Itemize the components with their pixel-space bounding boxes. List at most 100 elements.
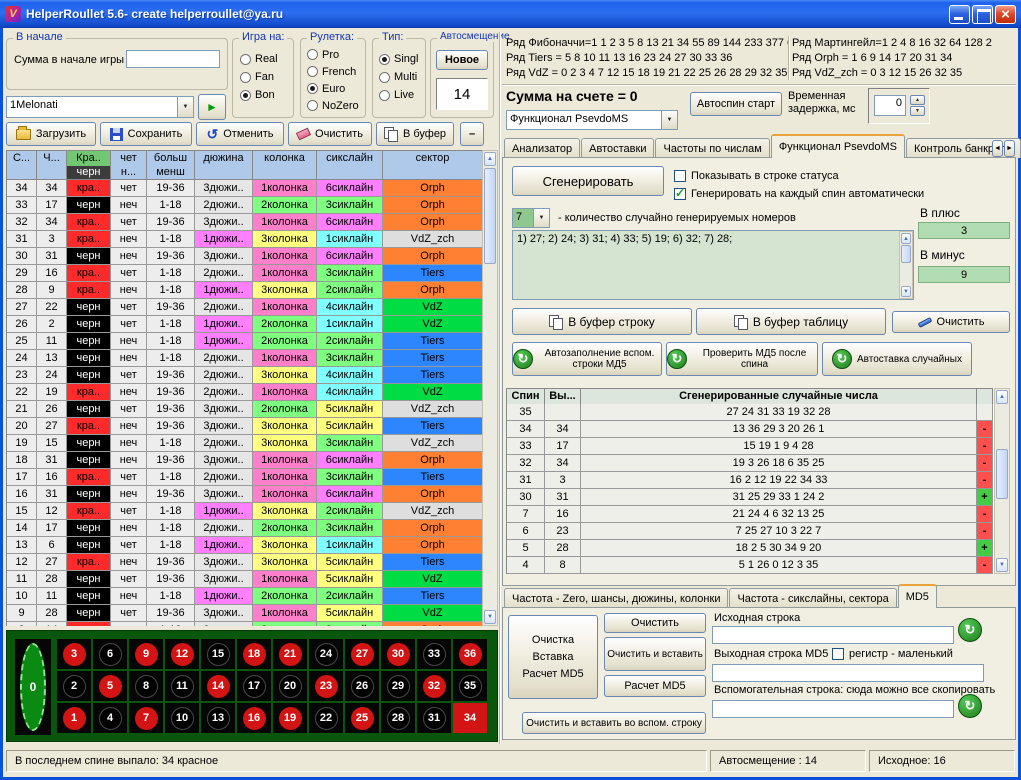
history-row[interactable]: 1915черннеч1-182дюжи..3колонка3сиклайнVd… — [7, 435, 484, 452]
board-number-10[interactable]: 10 — [165, 703, 199, 733]
radio-circle-icon[interactable] — [240, 54, 251, 65]
board-number-36[interactable]: 36 — [453, 639, 487, 669]
history-row[interactable]: 1227кра..неч19-363дюжи..3колонка5сиклайн… — [7, 554, 484, 571]
tab-Анализатор[interactable]: Анализатор — [504, 138, 580, 158]
history-row[interactable]: 1716кра..чет1-182дюжи..1колонка3сиклайнT… — [7, 469, 484, 486]
board-number-26[interactable]: 26 — [345, 671, 379, 701]
source-string-input[interactable] — [712, 626, 954, 644]
generated-row[interactable]: 71621 24 4 6 32 13 25- — [507, 506, 994, 523]
scroll-up-icon[interactable] — [901, 233, 911, 244]
board-number-17[interactable]: 17 — [237, 671, 271, 701]
history-row[interactable]: 1831черннеч19-363дюжи..1колонка6сиклайнO… — [7, 452, 484, 469]
radio-circle-icon[interactable] — [379, 90, 390, 101]
radio-circle-icon[interactable] — [307, 83, 318, 94]
board-number-16[interactable]: 16 — [237, 703, 271, 733]
radio-circle-icon[interactable] — [379, 54, 390, 65]
board-number-20[interactable]: 20 — [273, 671, 307, 701]
history-row[interactable]: 2219кра..неч19-362дюжи..1колонка4сиклайн… — [7, 384, 484, 401]
tab-scroll-right-icon[interactable]: ► — [1004, 140, 1015, 157]
tab-Автоставки[interactable]: Автоставки — [581, 138, 654, 158]
history-column-header[interactable]: С... — [7, 151, 37, 180]
radio-circle-icon[interactable] — [240, 90, 251, 101]
board-number-18[interactable]: 18 — [237, 639, 271, 669]
buffer-table-button[interactable]: В буфер таблицу — [696, 308, 886, 335]
history-row[interactable]: 1011черннеч1-181дюжи..2колонка2сиклайнTi… — [7, 588, 484, 605]
generated-row[interactable]: 3527 24 31 33 19 32 28 — [507, 404, 994, 421]
radio-circle-icon[interactable] — [307, 66, 318, 77]
board-number-23[interactable]: 23 — [309, 671, 343, 701]
history-column-header[interactable]: Кра..черн — [67, 151, 111, 180]
board-number-14[interactable]: 14 — [201, 671, 235, 701]
board-number-25[interactable]: 25 — [345, 703, 379, 733]
radio-option-French[interactable]: French — [307, 63, 359, 80]
check-md5-button[interactable]: Проверить МД5 после спина — [666, 342, 818, 376]
history-row[interactable]: 1512кра..чет1-181дюжи..3колонка2сиклайнV… — [7, 503, 484, 520]
autobet-button[interactable]: Автоставка случайных — [822, 342, 972, 376]
spin-down-icon[interactable] — [910, 106, 925, 116]
board-number-32[interactable]: 32 — [417, 671, 451, 701]
generated-row[interactable]: 343413 36 29 3 20 26 1- — [507, 421, 994, 438]
board-number-31[interactable]: 31 — [417, 703, 451, 733]
board-number-33[interactable]: 33 — [417, 639, 451, 669]
radio-option-Fan[interactable]: Fan — [240, 68, 278, 86]
tab-Частота - сикслайны, сектора[interactable]: Частота - сикслайны, сектора — [729, 588, 896, 608]
radio-option-Live[interactable]: Live — [379, 86, 418, 104]
history-row[interactable]: 2126чернчет19-363дюжи..2колонка5сиклайнV… — [7, 401, 484, 418]
board-number-28[interactable]: 28 — [381, 703, 415, 733]
history-row[interactable]: 262чернчет1-181дюжи..2колонка1сиклайнVdZ — [7, 316, 484, 333]
radio-circle-icon[interactable] — [379, 72, 390, 83]
radio-option-Bon[interactable]: Bon — [240, 86, 278, 104]
gen-column-header[interactable]: Сгенерированные случайные числа — [581, 389, 977, 405]
board-number-29[interactable]: 29 — [381, 671, 415, 701]
tab-scroll-left-icon[interactable]: ◄ — [992, 140, 1003, 157]
scroll-up-icon[interactable] — [996, 390, 1008, 404]
board-number-27[interactable]: 27 — [345, 639, 379, 669]
md5-big-button[interactable]: ОчисткаВставкаРасчет MD5 — [508, 615, 598, 699]
history-column-header[interactable]: колонка — [253, 151, 317, 180]
radio-option-Euro[interactable]: Euro — [307, 80, 359, 97]
history-row[interactable]: 3317черннеч1-182дюжи..2колонка3сиклайнOr… — [7, 197, 484, 214]
clear-button[interactable]: Очистить — [288, 122, 372, 146]
md5-calc-button[interactable]: Расчет MD5 — [604, 675, 706, 697]
gen-table-scrollbar[interactable] — [994, 388, 1010, 574]
board-number-6[interactable]: 6 — [93, 639, 127, 669]
minimize-button[interactable] — [949, 5, 970, 24]
copy-buffer-button[interactable]: В буфер — [376, 122, 454, 146]
play-button[interactable] — [198, 94, 226, 120]
history-column-header[interactable]: сектор — [383, 151, 483, 180]
start-sum-input[interactable] — [126, 50, 220, 68]
tab-Частота - Zero, шансы, дюжины, колонки[interactable]: Частота - Zero, шансы, дюжины, колонки — [504, 588, 728, 608]
gen-column-header[interactable] — [977, 389, 993, 405]
autospin-start-button[interactable]: Автоспин старт — [690, 92, 782, 116]
collapse-button[interactable]: – — [460, 122, 484, 146]
history-column-header[interactable]: четн... — [111, 151, 147, 180]
history-row[interactable]: 2916кра..чет1-182дюжи..1колонка3сиклайнT… — [7, 265, 484, 282]
history-column-header[interactable]: Ч... — [37, 151, 67, 180]
board-number-12[interactable]: 12 — [165, 639, 199, 669]
board-number-4[interactable]: 4 — [93, 703, 127, 733]
board-number-11[interactable]: 11 — [165, 671, 199, 701]
history-column-header[interactable]: дюжина — [195, 151, 253, 180]
preset-combobox[interactable]: 1Melonati — [6, 96, 194, 118]
generate-button[interactable]: Сгенерировать — [512, 166, 664, 196]
scroll-down-icon[interactable] — [901, 286, 911, 297]
save-button[interactable]: Сохранить — [100, 122, 192, 146]
gen-column-header[interactable]: Спин — [507, 389, 545, 405]
history-row[interactable]: 2722чернчет19-362дюжи..1колонка4сиклайнV… — [7, 299, 484, 316]
scroll-up-icon[interactable] — [484, 152, 496, 166]
textarea-scrollbar[interactable] — [899, 231, 913, 299]
radio-circle-icon[interactable] — [307, 49, 318, 60]
generated-row[interactable]: 31316 2 12 19 22 34 33- — [507, 472, 994, 489]
refresh-icon[interactable] — [958, 694, 982, 718]
generated-row[interactable]: 331715 19 1 9 4 28- — [507, 438, 994, 455]
generated-row[interactable]: 6237 25 27 10 3 22 7- — [507, 523, 994, 540]
register-checkbox[interactable]: регистр - маленький — [832, 648, 953, 660]
board-number-1[interactable]: 1 — [57, 703, 91, 733]
history-row[interactable]: 1631черннеч19-363дюжи..1колонка6сиклайнO… — [7, 486, 484, 503]
board-number-13[interactable]: 13 — [201, 703, 235, 733]
gen-column-header[interactable]: Вы... — [545, 389, 581, 405]
board-number-22[interactable]: 22 — [309, 703, 343, 733]
history-row[interactable]: 1417черннеч1-182дюжи..2колонка3сиклайнOr… — [7, 520, 484, 537]
board-number-9[interactable]: 9 — [129, 639, 163, 669]
radio-circle-icon[interactable] — [307, 100, 318, 111]
